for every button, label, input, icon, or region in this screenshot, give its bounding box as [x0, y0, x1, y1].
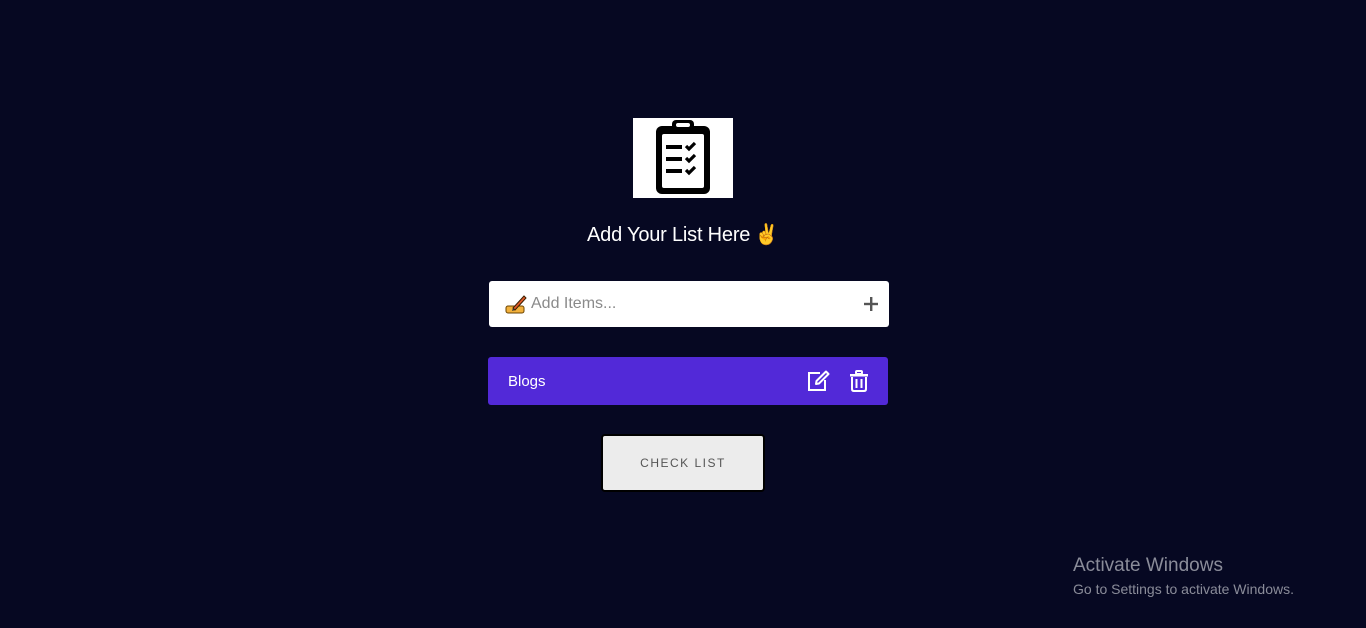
- add-item-box: [489, 281, 889, 327]
- page-title-text: Add Your List Here: [587, 224, 751, 246]
- list-item-label: Blogs: [508, 372, 546, 390]
- writing-hand-icon: [505, 293, 527, 315]
- add-item-input[interactable]: [531, 295, 863, 313]
- watermark-subtitle: Go to Settings to activate Windows.: [1073, 581, 1294, 597]
- victory-hand-emoji: ✌️: [754, 224, 779, 246]
- todo-app: Add Your List Here✌️ Blogs: [0, 0, 1366, 628]
- list-item: Blogs: [488, 357, 888, 405]
- page-title: Add Your List Here ✌️: [0, 222, 1366, 247]
- list-item-actions: [806, 370, 868, 392]
- watermark-title: Activate Windows: [1073, 555, 1223, 576]
- edit-icon[interactable]: [806, 370, 830, 392]
- plus-icon[interactable]: [863, 296, 879, 312]
- trash-icon[interactable]: [850, 370, 868, 392]
- activate-windows-watermark: Activate Windows Go to Settings to activ…: [1073, 555, 1294, 599]
- clipboard-checklist-icon: [633, 118, 733, 198]
- check-list-button[interactable]: Check List: [601, 434, 765, 492]
